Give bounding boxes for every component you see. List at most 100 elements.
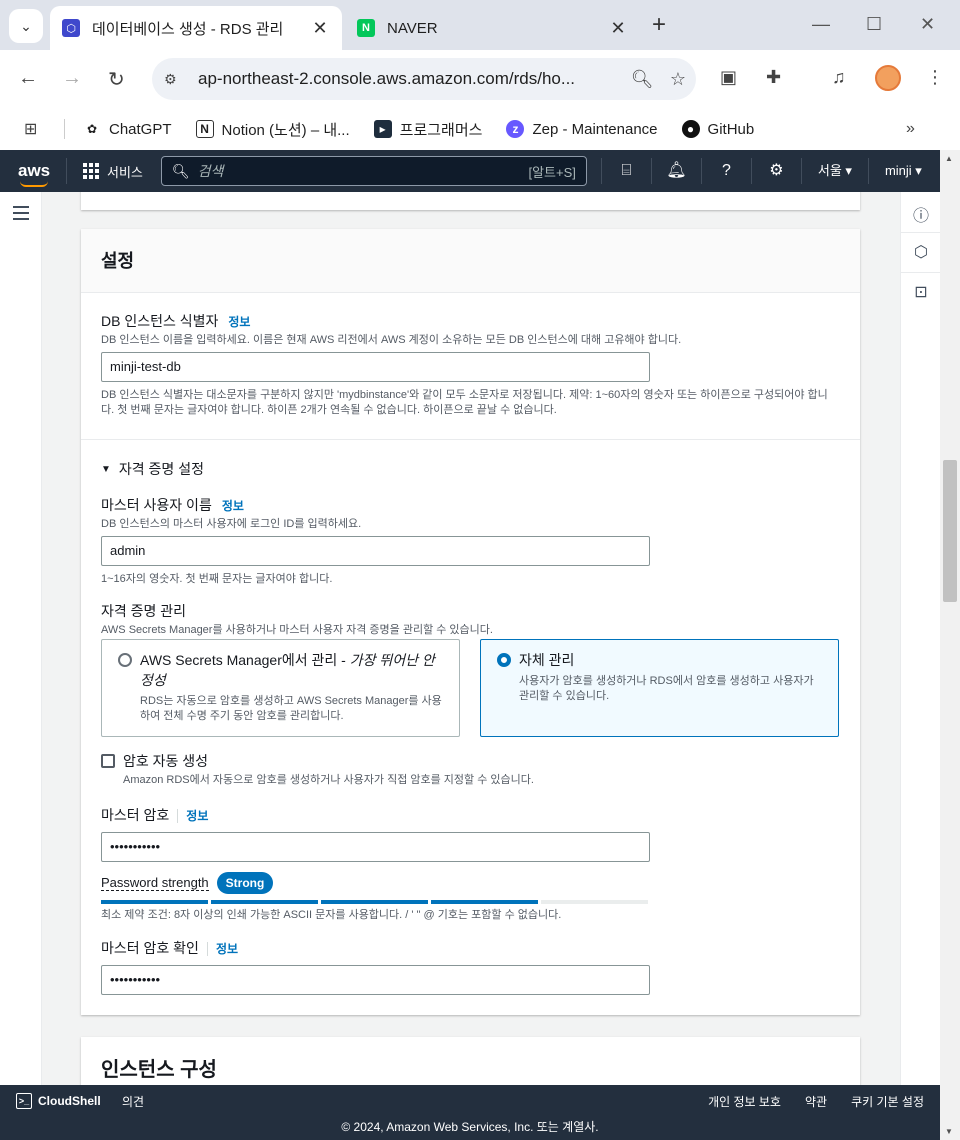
tab-title: 데이터베이스 생성 - RDS 관리: [92, 20, 284, 38]
db-identifier-label: DB 인스턴스 식별자: [101, 313, 219, 329]
menu-kebab-icon[interactable]: ⋮: [926, 67, 944, 88]
right-tools-rail: ⓘ ⬡ ⊡: [900, 192, 940, 1085]
aws-logo[interactable]: aws: [0, 161, 66, 187]
maximize-icon[interactable]: ☐: [866, 14, 882, 35]
apps-grid-icon[interactable]: ⊞: [24, 119, 44, 139]
notifications-bell-icon[interactable]: 🔔︎: [650, 158, 701, 184]
zep-icon: z: [506, 120, 525, 138]
address-bar-row: ← → ↻ ⚙ ap-northeast-2.console.aws.amazo…: [0, 50, 960, 108]
password-strength-meter: [101, 900, 650, 904]
credential-management-field: 자격 증명 관리 AWS Secrets Manager를 사용하거나 마스터 …: [101, 601, 493, 638]
bookmark-zep[interactable]: z Zep - Maintenance: [506, 120, 658, 138]
address-bar[interactable]: ⚙ ap-northeast-2.console.aws.amazon.com/…: [152, 58, 696, 100]
info-link[interactable]: 정보: [206, 942, 239, 956]
master-username-label: 마스터 사용자 이름: [101, 497, 212, 513]
auto-password-field: 암호 자동 생성 Amazon RDS에서 자동으로 암호를 생성하거나 사용자…: [101, 751, 534, 788]
db-identifier-input[interactable]: minji-test-db: [101, 352, 650, 382]
region-selector[interactable]: 서울 ▾: [800, 158, 868, 184]
browser-tab-naver[interactable]: N NAVER ✕: [345, 6, 640, 50]
hexagon-icon[interactable]: ⬡: [911, 242, 931, 262]
cookie-preferences-link[interactable]: 쿠키 기본 설정: [851, 1093, 924, 1110]
confirm-password-label: 마스터 암호 확인: [101, 940, 199, 956]
bookmark-notion[interactable]: N Notion (노션) – 내...: [195, 119, 350, 140]
radio-title: 자체 관리: [519, 652, 575, 668]
confirm-password-field: 마스터 암호 확인 정보 •••••••••••: [101, 938, 650, 995]
minimize-icon[interactable]: —: [812, 14, 830, 35]
aws-search-input[interactable]: 🔍︎ 검색 [알트+S]: [160, 156, 587, 186]
reload-icon[interactable]: ↻: [108, 67, 125, 92]
profile-avatar[interactable]: [875, 65, 901, 91]
new-tab-icon[interactable]: +: [652, 13, 666, 37]
aws-logo-text: aws: [18, 161, 51, 180]
hamburger-menu-icon[interactable]: [13, 206, 29, 224]
bookmark-label: Zep - Maintenance: [532, 120, 658, 138]
left-navigation-rail: [0, 192, 42, 1085]
info-circle-icon[interactable]: ⓘ: [911, 202, 931, 225]
window-close-icon[interactable]: ✕: [920, 14, 935, 35]
info-link[interactable]: 정보: [228, 315, 250, 329]
browser-tab-rds[interactable]: ⬡ 데이터베이스 생성 - RDS 관리 ✕: [50, 6, 342, 50]
services-grid-icon: [83, 163, 99, 179]
confirm-password-input[interactable]: •••••••••••: [101, 965, 650, 995]
bookmark-programmers[interactable]: ▸ 프로그래머스: [373, 119, 482, 140]
radio-button-selected[interactable]: [497, 653, 511, 667]
cloudshell-icon[interactable]: ⌸: [600, 158, 651, 184]
radio-self-managed[interactable]: 자체 관리 사용자가 암호를 생성하거나 RDS에서 암호를 생성하고 사용자가…: [480, 639, 839, 737]
radio-button[interactable]: [118, 653, 132, 667]
back-icon[interactable]: ←: [18, 67, 38, 90]
chatgpt-icon: ✿: [86, 122, 98, 136]
instance-config-title: 인스턴스 구성: [101, 1059, 217, 1081]
services-menu[interactable]: 서비스: [66, 158, 159, 184]
settings-title: 설정: [81, 229, 860, 293]
master-username-field: 마스터 사용자 이름 정보 DB 인스턴스의 마스터 사용자에 로그인 ID를 입…: [101, 495, 650, 587]
caret-down-icon: ▼: [101, 463, 111, 475]
search-placeholder: 검색: [197, 163, 224, 179]
notion-icon: N: [195, 120, 214, 138]
close-icon[interactable]: ✕: [608, 18, 628, 39]
scroll-up-icon[interactable]: ▲: [945, 154, 953, 163]
auto-password-label[interactable]: 암호 자동 생성: [123, 751, 208, 771]
zoom-icon[interactable]: 🔍︎: [624, 69, 660, 90]
cloudshell-label: CloudShell: [38, 1094, 101, 1108]
password-strength-label[interactable]: Password strength: [101, 875, 209, 891]
feedback-link[interactable]: 의견: [122, 1093, 144, 1110]
terms-link[interactable]: 약관: [805, 1093, 827, 1110]
extensions-icon[interactable]: ✚: [766, 67, 781, 88]
tab-search-button[interactable]: ⌄: [9, 9, 43, 43]
bookmark-star-icon[interactable]: ☆: [660, 69, 696, 90]
credentials-section-toggle[interactable]: ▼ 자격 증명 설정: [101, 459, 204, 479]
cloudshell-button[interactable]: >_ CloudShell: [16, 1093, 101, 1109]
privacy-link[interactable]: 개인 정보 보호: [708, 1093, 781, 1110]
tutorial-panel-icon[interactable]: ⊡: [911, 282, 931, 302]
rail-divider: [901, 272, 940, 273]
site-settings-icon[interactable]: ⚙: [164, 71, 186, 88]
account-menu[interactable]: minji ▾: [867, 158, 938, 184]
master-username-input[interactable]: admin: [101, 536, 650, 566]
chevron-down-icon: ⌄: [20, 17, 32, 34]
url-text[interactable]: ap-northeast-2.console.aws.amazon.com/rd…: [198, 69, 624, 89]
master-password-input[interactable]: •••••••••••: [101, 832, 650, 862]
help-icon[interactable]: ?: [700, 158, 751, 184]
scrollbar-thumb[interactable]: [943, 460, 957, 602]
bookmark-github[interactable]: ● GitHub: [681, 120, 755, 138]
close-icon[interactable]: ✕: [310, 18, 330, 39]
more-bookmarks-icon[interactable]: »: [906, 120, 915, 138]
auto-password-checkbox[interactable]: [101, 754, 115, 768]
media-control-icon[interactable]: ♫: [832, 67, 846, 88]
instance-config-card: 인스턴스 구성: [81, 1037, 860, 1085]
meter-segment: [101, 900, 208, 904]
meter-segment: [541, 900, 648, 904]
scroll-down-icon[interactable]: ▼: [945, 1127, 953, 1136]
page-scrollbar[interactable]: ▲ ▼: [940, 150, 960, 1140]
settings-gear-icon[interactable]: ⚙: [750, 158, 801, 184]
radio-title: AWS Secrets Manager에서 관리 - 가장 뛰어난 안정성: [140, 650, 443, 690]
bookmark-chatgpt[interactable]: ✿ ChatGPT: [83, 120, 172, 138]
terminal-icon: >_: [16, 1093, 32, 1109]
forward-icon[interactable]: →: [62, 67, 82, 90]
tab-groups-icon[interactable]: ▣: [720, 67, 737, 88]
info-link[interactable]: 정보: [222, 499, 244, 513]
db-identifier-constraint: DB 인스턴스 식별자는 대소문자를 구분하지 않지만 'mydbinstanc…: [101, 389, 828, 416]
info-link[interactable]: 정보: [177, 809, 209, 823]
radio-secrets-manager[interactable]: AWS Secrets Manager에서 관리 - 가장 뛰어난 안정성 RD…: [101, 639, 460, 737]
bookmark-label: GitHub: [707, 120, 755, 138]
